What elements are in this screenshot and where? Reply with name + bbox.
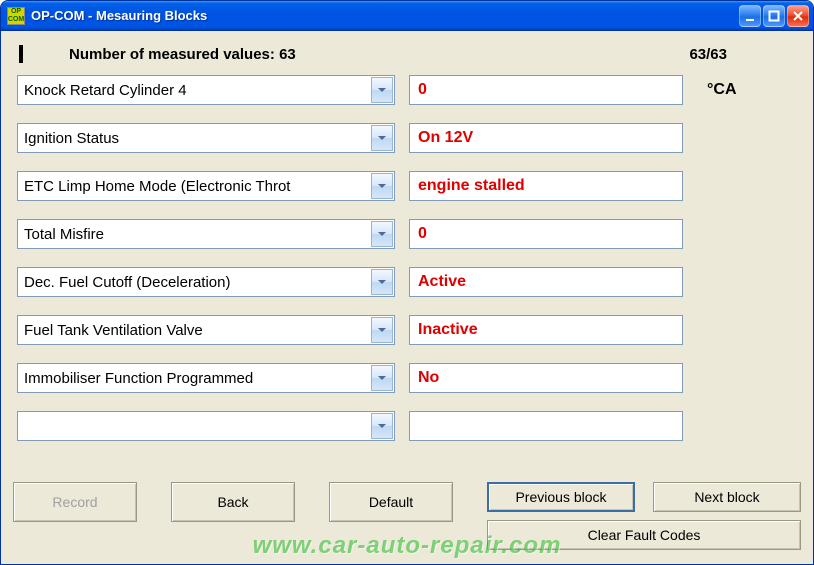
parameter-combo[interactable]: Fuel Tank Ventilation Valve bbox=[17, 315, 395, 345]
measurement-row: Dec. Fuel Cutoff (Deceleration) Active bbox=[17, 267, 797, 297]
chevron-down-icon[interactable] bbox=[371, 317, 393, 343]
chevron-down-icon[interactable] bbox=[371, 269, 393, 295]
measurement-row: Total Misfire 0 bbox=[17, 219, 797, 249]
caret-mark bbox=[19, 45, 23, 63]
parameter-label: ETC Limp Home Mode (Electronic Throt bbox=[24, 178, 370, 195]
titlebar: OP COM OP-COM - Mesauring Blocks bbox=[1, 1, 813, 31]
app-icon: OP COM bbox=[7, 7, 25, 25]
maximize-button[interactable] bbox=[763, 5, 785, 27]
chevron-down-icon[interactable] bbox=[371, 413, 393, 439]
parameter-combo[interactable] bbox=[17, 411, 395, 441]
close-button[interactable] bbox=[787, 5, 809, 27]
measurement-row: Fuel Tank Ventilation Valve Inactive bbox=[17, 315, 797, 345]
value-box: No bbox=[409, 363, 683, 393]
previous-block-button[interactable]: Previous block bbox=[487, 482, 635, 512]
right-button-group: Previous block Next block Clear Fault Co… bbox=[487, 482, 801, 550]
parameter-label: Immobiliser Function Programmed bbox=[24, 370, 370, 387]
measurement-row: Knock Retard Cylinder 4 0 °CA bbox=[17, 75, 797, 105]
parameter-combo[interactable]: Immobiliser Function Programmed bbox=[17, 363, 395, 393]
measurement-row: Ignition Status On 12V bbox=[17, 123, 797, 153]
window-title: OP-COM - Mesauring Blocks bbox=[31, 8, 739, 23]
parameter-label: Ignition Status bbox=[24, 130, 370, 147]
parameter-combo[interactable]: Knock Retard Cylinder 4 bbox=[17, 75, 395, 105]
parameter-combo[interactable]: Dec. Fuel Cutoff (Deceleration) bbox=[17, 267, 395, 297]
chevron-down-icon[interactable] bbox=[371, 125, 393, 151]
app-window: OP COM OP-COM - Mesauring Blocks Number … bbox=[0, 0, 814, 565]
value-box: Inactive bbox=[409, 315, 683, 345]
chevron-down-icon[interactable] bbox=[371, 221, 393, 247]
parameter-label: Total Misfire bbox=[24, 226, 370, 243]
unit-label: °CA bbox=[697, 81, 757, 99]
back-button[interactable]: Back bbox=[171, 482, 295, 522]
chevron-down-icon[interactable] bbox=[371, 365, 393, 391]
value-box: engine stalled bbox=[409, 171, 683, 201]
page-counter: 63/63 bbox=[689, 46, 795, 63]
next-block-button[interactable]: Next block bbox=[653, 482, 801, 512]
value-box: 0 bbox=[409, 219, 683, 249]
value-box: On 12V bbox=[409, 123, 683, 153]
value-box bbox=[409, 411, 683, 441]
parameter-label: Dec. Fuel Cutoff (Deceleration) bbox=[24, 274, 370, 291]
bottom-bar: Record Back Default Previous block Next … bbox=[13, 482, 801, 550]
measurement-rows: Knock Retard Cylinder 4 0 °CA Ignition Stat… bbox=[13, 75, 801, 441]
parameter-combo[interactable]: Ignition Status bbox=[17, 123, 395, 153]
default-button[interactable]: Default bbox=[329, 482, 453, 522]
client-area: Number of measured values: 63 63/63 Knoc… bbox=[1, 31, 813, 564]
parameter-label: Fuel Tank Ventilation Valve bbox=[24, 322, 370, 339]
minimize-button[interactable] bbox=[739, 5, 761, 27]
clear-fault-codes-button[interactable]: Clear Fault Codes bbox=[487, 520, 801, 550]
measurement-row: ETC Limp Home Mode (Electronic Throt engi… bbox=[17, 171, 797, 201]
value-box: 0 bbox=[409, 75, 683, 105]
measurement-row bbox=[17, 411, 797, 441]
chevron-down-icon[interactable] bbox=[371, 77, 393, 103]
measurement-row: Immobiliser Function Programmed No bbox=[17, 363, 797, 393]
parameter-combo[interactable]: Total Misfire bbox=[17, 219, 395, 249]
chevron-down-icon[interactable] bbox=[371, 173, 393, 199]
record-button[interactable]: Record bbox=[13, 482, 137, 522]
header-line: Number of measured values: 63 63/63 bbox=[13, 41, 801, 75]
parameter-label: Knock Retard Cylinder 4 bbox=[24, 82, 370, 99]
value-box: Active bbox=[409, 267, 683, 297]
window-buttons bbox=[739, 5, 809, 27]
measured-values-label: Number of measured values: 63 bbox=[69, 46, 296, 63]
parameter-combo[interactable]: ETC Limp Home Mode (Electronic Throt bbox=[17, 171, 395, 201]
